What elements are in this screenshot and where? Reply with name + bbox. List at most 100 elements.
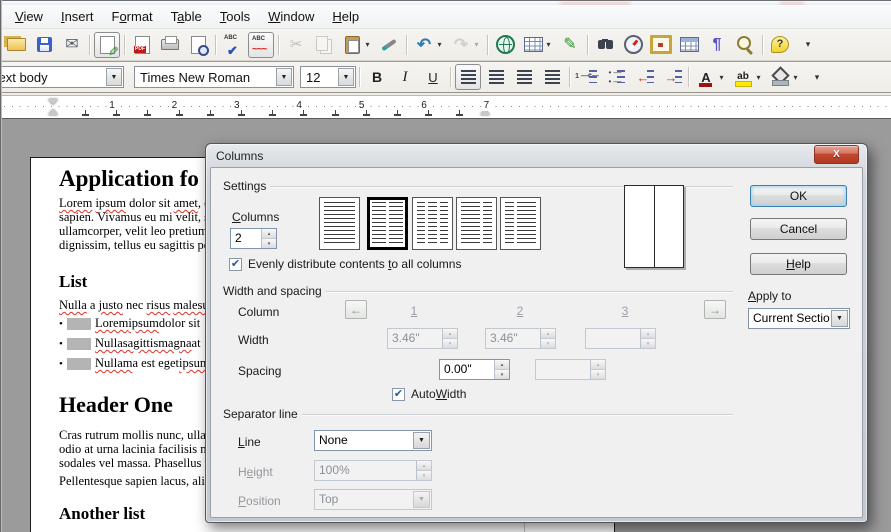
- spellcheck-button[interactable]: [220, 32, 246, 58]
- page-preview-button[interactable]: [185, 32, 211, 58]
- tab-stop-marker[interactable]: [82, 110, 89, 116]
- align-right-button[interactable]: [511, 64, 537, 90]
- decrease-indent-button[interactable]: ←: [630, 64, 656, 90]
- tab-stop-marker[interactable]: [238, 110, 245, 116]
- print-button[interactable]: [157, 32, 183, 58]
- find-replace-button[interactable]: [592, 32, 618, 58]
- chevron-down-icon[interactable]: ▾: [754, 73, 763, 82]
- first-line-indent-marker[interactable]: [48, 99, 58, 105]
- clone-formatting-button[interactable]: [376, 32, 402, 58]
- draw-functions-button[interactable]: ✎: [557, 32, 583, 58]
- spin-up-icon[interactable]: ▴: [495, 360, 509, 370]
- columns-count-spinner[interactable]: 2 ▴▾: [230, 228, 277, 249]
- chevron-down-icon[interactable]: ▼: [276, 68, 292, 86]
- navigator-button[interactable]: [620, 32, 646, 58]
- align-justify-button[interactable]: [539, 64, 565, 90]
- line-style-dropdown[interactable]: None ▼: [314, 430, 432, 451]
- menu-item-help[interactable]: Help: [323, 7, 368, 26]
- zoom-button[interactable]: [732, 32, 758, 58]
- autowidth-checkbox-row[interactable]: AutoWidth: [392, 387, 466, 401]
- undo-button[interactable]: ↶▾: [411, 32, 446, 58]
- highlighting-button[interactable]: ab▾: [730, 64, 765, 90]
- bullet-list-button[interactable]: [602, 64, 628, 90]
- data-sources-button[interactable]: [676, 32, 702, 58]
- tab-stop-marker[interactable]: [332, 110, 339, 116]
- apply-to-dropdown[interactable]: Current Section ▼: [748, 308, 850, 329]
- column-header-3[interactable]: 3: [622, 304, 629, 318]
- horizontal-ruler[interactable]: 1234567: [0, 95, 891, 118]
- close-icon[interactable]: X: [814, 145, 859, 164]
- align-center-button[interactable]: [483, 64, 509, 90]
- bold-button[interactable]: B: [364, 64, 390, 90]
- auto-spellcheck-button[interactable]: [248, 32, 274, 58]
- column-header-2[interactable]: 2: [517, 304, 524, 318]
- tab-stop-marker[interactable]: [394, 110, 401, 116]
- preset-two-columns[interactable]: [367, 197, 408, 250]
- insert-table-button[interactable]: ▾: [520, 32, 555, 58]
- increase-indent-button[interactable]: →: [658, 64, 684, 90]
- underline-button[interactable]: U: [420, 64, 446, 90]
- help-button[interactable]: [767, 32, 793, 58]
- chevron-down-icon[interactable]: ▼: [338, 68, 354, 86]
- chevron-down-icon[interactable]: ▾: [791, 73, 800, 82]
- preset-left-weighted[interactable]: [456, 197, 497, 250]
- font-color-button[interactable]: A▾: [693, 64, 728, 90]
- chevron-down-icon[interactable]: ▼: [106, 68, 122, 86]
- chevron-down-icon[interactable]: ▾: [717, 73, 726, 82]
- spin-down-icon[interactable]: ▾: [495, 370, 509, 379]
- overflow2-button[interactable]: ▾: [804, 64, 830, 90]
- spinner-buttons[interactable]: ▴▾: [494, 360, 509, 379]
- dialog-title[interactable]: Columns: [216, 149, 263, 163]
- tab-stop-marker[interactable]: [207, 110, 214, 116]
- chevron-down-icon[interactable]: ▾: [544, 40, 553, 49]
- tab-stop-marker[interactable]: [113, 110, 120, 116]
- hyperlink-button[interactable]: [492, 32, 518, 58]
- spacing-field-1[interactable]: 0.00"▴▾: [439, 359, 510, 380]
- paste-button[interactable]: ▾: [339, 32, 374, 58]
- formatting-marks-button[interactable]: ¶: [704, 32, 730, 58]
- tab-stop-marker[interactable]: [176, 110, 183, 116]
- export-pdf-button[interactable]: [129, 32, 155, 58]
- cancel-button[interactable]: Cancel: [750, 218, 847, 240]
- tab-stop-marker[interactable]: [456, 110, 463, 116]
- open-button[interactable]: [3, 32, 29, 58]
- help-button[interactable]: Help: [750, 253, 847, 275]
- tab-stop-marker[interactable]: [144, 110, 151, 116]
- preset-three-columns[interactable]: [412, 197, 453, 250]
- overflow-button[interactable]: ▾: [795, 32, 821, 58]
- tab-stop-marker[interactable]: [363, 110, 370, 116]
- checkbox-checked-icon[interactable]: [392, 388, 405, 401]
- menu-item-format[interactable]: Format: [102, 7, 161, 26]
- left-indent-marker[interactable]: [48, 109, 58, 115]
- tab-stop-marker[interactable]: [300, 110, 307, 116]
- chevron-down-icon[interactable]: ▼: [831, 310, 848, 327]
- edit-file-button[interactable]: [94, 32, 120, 58]
- preset-right-weighted[interactable]: [500, 197, 541, 250]
- tab-stop-marker[interactable]: [425, 110, 432, 116]
- menu-item-view[interactable]: View: [6, 7, 52, 26]
- background-color-button[interactable]: ▾: [767, 64, 802, 90]
- menu-item-window[interactable]: Window: [259, 7, 323, 26]
- preset-one-column[interactable]: [319, 197, 360, 250]
- chevron-down-icon[interactable]: ▾: [363, 40, 372, 49]
- next-column-button[interactable]: →: [704, 300, 726, 319]
- chevron-down-icon[interactable]: ▼: [413, 432, 430, 449]
- italic-button[interactable]: I: [392, 64, 418, 90]
- spinner-buttons[interactable]: ▴▾: [261, 229, 276, 248]
- checkbox-checked-icon[interactable]: [229, 258, 242, 271]
- menu-item-table[interactable]: Table: [162, 7, 211, 26]
- align-left-button[interactable]: [455, 64, 481, 90]
- gallery-button[interactable]: [648, 32, 674, 58]
- tab-stop-marker[interactable]: [269, 110, 276, 116]
- menu-item-insert[interactable]: Insert: [52, 7, 103, 26]
- chevron-down-icon[interactable]: ▾: [435, 40, 444, 49]
- distribute-checkbox-row[interactable]: Evenly distribute contents to all column…: [229, 257, 461, 271]
- prev-column-button[interactable]: ←: [345, 300, 367, 319]
- chevron-down-icon[interactable]: ▾: [472, 40, 481, 49]
- paragraph-style-combo[interactable]: Text body ▼: [0, 66, 124, 88]
- email-button[interactable]: ✉: [59, 32, 85, 58]
- font-size-combo[interactable]: 12 ▼: [300, 66, 356, 88]
- column-header-1[interactable]: 1: [411, 304, 418, 318]
- ok-button[interactable]: OK: [750, 185, 847, 207]
- menu-item-tools[interactable]: Tools: [211, 7, 259, 26]
